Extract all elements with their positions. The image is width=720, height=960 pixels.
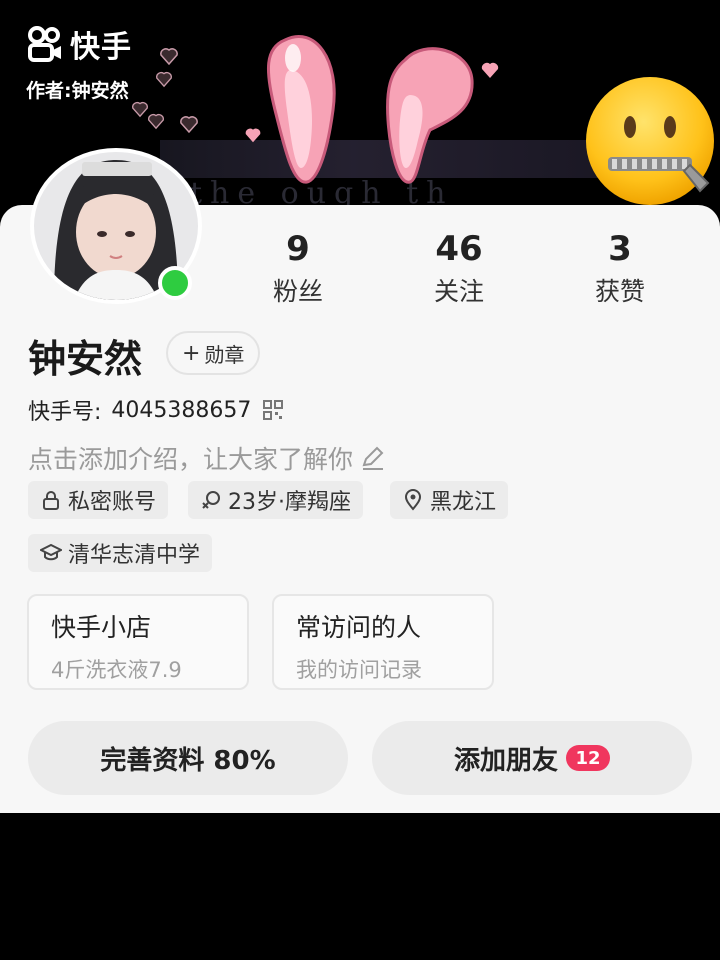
stat-likes-value: 3 (608, 229, 632, 269)
kuaishou-logo-icon (28, 26, 61, 62)
stat-likes-label: 获赞 (594, 277, 645, 306)
zipper-mouth-face-icon (586, 77, 714, 205)
add-badge-label: 勋章 (204, 342, 245, 367)
location-pin-icon (404, 489, 422, 511)
tag-age-zodiac[interactable]: 23岁·摩羯座 (188, 481, 363, 519)
tag-school[interactable]: 清华志清中学 (28, 534, 213, 572)
intro-placeholder: 点击添加介绍，让大家了解你 (28, 445, 354, 474)
tag-label: 清华志清中学 (68, 543, 201, 568)
watermark-app-name: 快手 (70, 30, 132, 65)
profile-name: 钟安然 (28, 337, 143, 381)
kuaishou-id-label: 快手号: (28, 400, 102, 425)
heart-icon (148, 113, 164, 130)
frequent-visitors-card[interactable]: 常访问的人 我的访问记录 (272, 594, 494, 690)
plus-icon: + (182, 340, 201, 366)
graduation-cap-icon (40, 543, 62, 561)
add-badge-button[interactable]: + 勋章 (166, 331, 261, 375)
lock-icon (43, 491, 59, 510)
gender-icon (202, 491, 220, 509)
heart-icon (156, 71, 172, 88)
add-friends-count-badge: 12 (566, 745, 610, 771)
bunny-ear-right-icon (386, 47, 474, 184)
frequent-visitors-title: 常访问的人 (296, 613, 422, 642)
bunny-ear-left-icon (266, 35, 336, 184)
add-friends-label: 添加朋友 (453, 745, 558, 776)
tag-label: 黑龙江 (430, 490, 497, 515)
kuaishou-shop-card[interactable]: 快手小店 4斤洗衣液7.9 (27, 594, 249, 690)
tag-location[interactable]: 黑龙江 (390, 481, 509, 519)
stat-following-label: 关注 (433, 277, 484, 306)
qr-code-icon[interactable] (263, 400, 284, 420)
pencil-icon (362, 446, 384, 470)
heart-icon (180, 116, 198, 134)
heart-icon (481, 62, 499, 78)
tag-label: 23岁·摩羯座 (228, 490, 351, 515)
add-friends-button[interactable]: 添加朋友 12 (372, 721, 692, 795)
kuaishou-watermark: 快手 (26, 24, 132, 65)
add-intro-prompt[interactable]: 点击添加介绍，让大家了解你 (28, 440, 385, 476)
complete-profile-button[interactable]: 完善资料 80% (28, 721, 348, 795)
stat-following-value: 46 (435, 229, 483, 269)
online-status-dot (158, 266, 192, 300)
heart-icon (245, 128, 261, 143)
watermark-author: 作者:钟安然 (26, 80, 129, 102)
stat-likes[interactable]: 3 获赞 (560, 230, 680, 308)
complete-profile-label: 完善资料 80% (100, 745, 276, 776)
kuaishou-shop-subtitle: 4斤洗衣液7.9 (51, 658, 182, 682)
tag-private-account[interactable]: 私密账号 (28, 481, 169, 519)
frequent-visitors-subtitle: 我的访问记录 (296, 658, 422, 682)
kuaishou-id-row[interactable]: 快手号: 4045388657 (28, 394, 284, 426)
stat-followers-label: 粉丝 (272, 277, 323, 306)
tag-label: 私密账号 (68, 490, 157, 515)
kuaishou-id-value: 4045388657 (111, 397, 252, 423)
stat-followers[interactable]: 9 粉丝 (238, 230, 358, 308)
stat-following[interactable]: 46 关注 (399, 230, 519, 308)
stat-followers-value: 9 (286, 229, 310, 269)
kuaishou-shop-title: 快手小店 (51, 613, 152, 642)
heart-icon (160, 48, 178, 66)
